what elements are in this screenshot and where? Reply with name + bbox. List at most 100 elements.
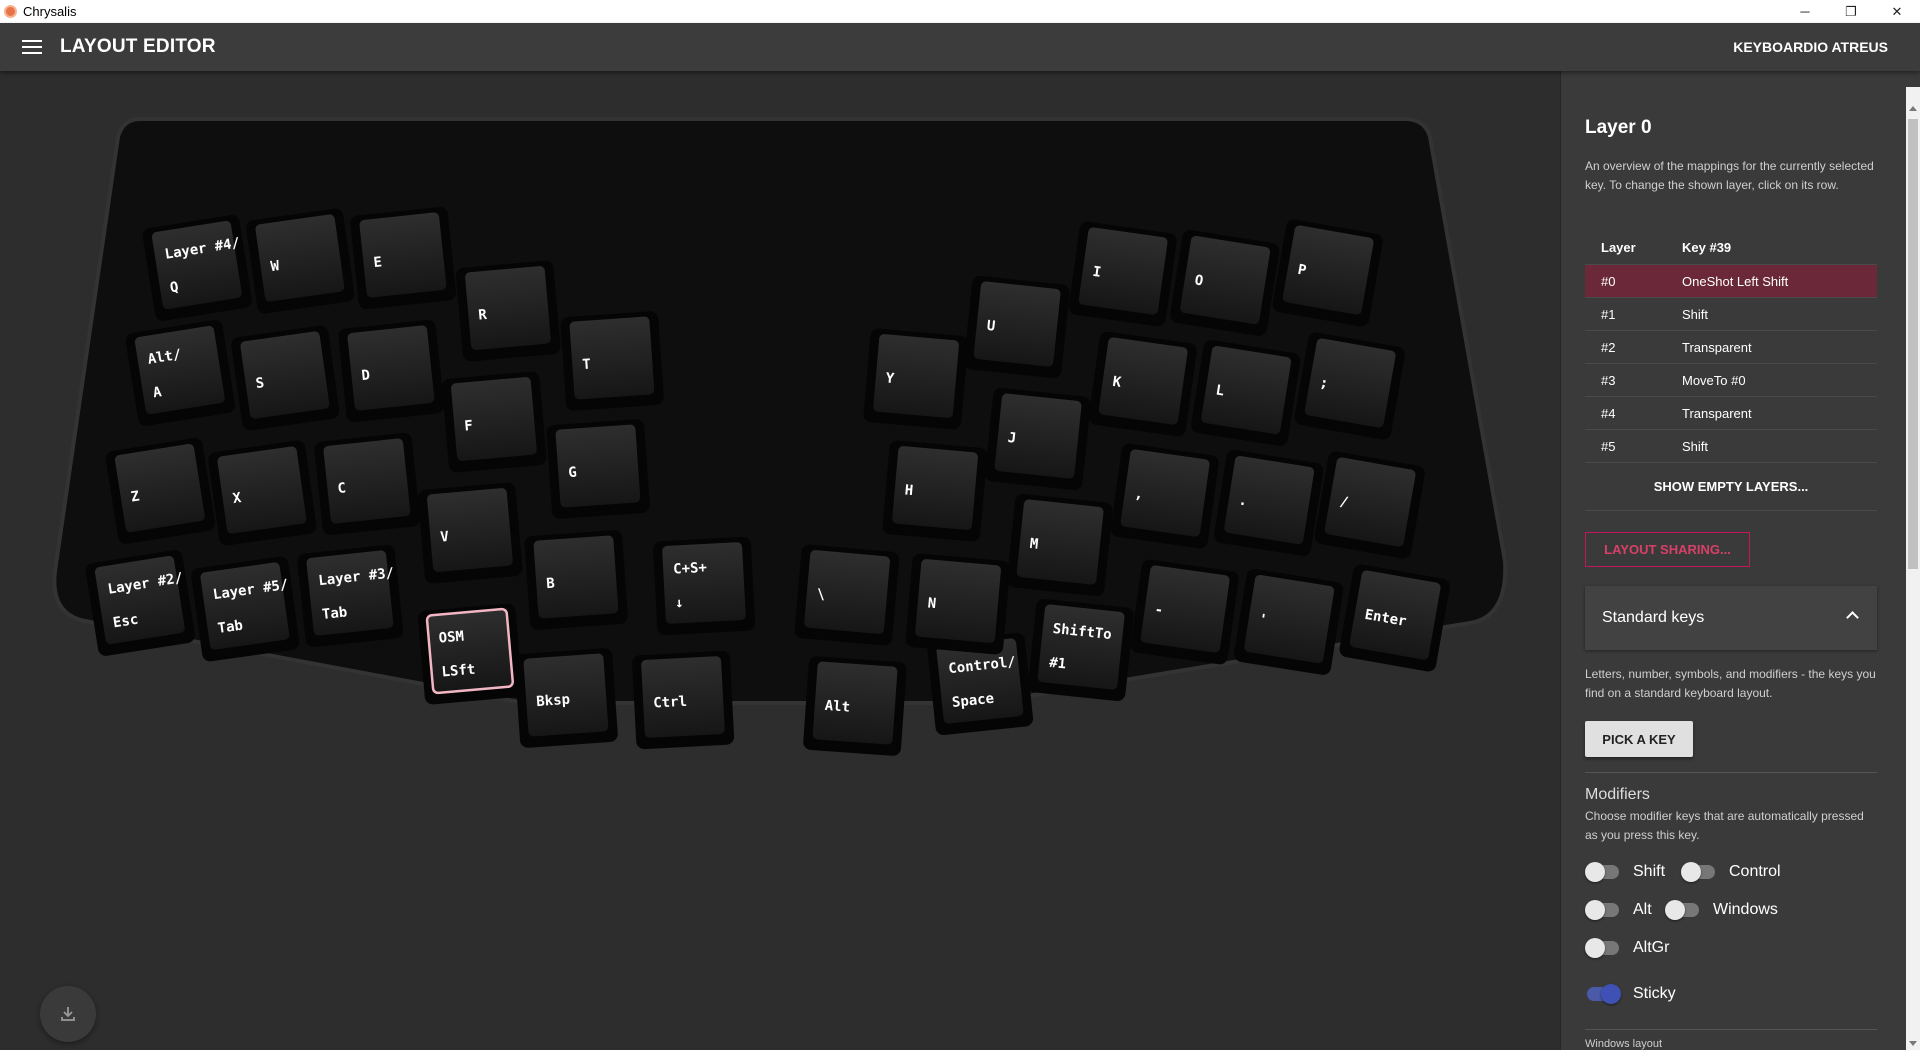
key-e[interactable]: E <box>350 206 457 310</box>
key-label: ↓ <box>675 595 684 611</box>
key-p[interactable]: P <box>1271 218 1384 328</box>
key-comma[interactable]: , <box>1110 443 1220 550</box>
key-cs[interactable]: C+S+ ↓ <box>653 536 756 636</box>
row-key: MoveTo #0 <box>1682 372 1746 388</box>
key-label: T <box>582 357 592 374</box>
key-l[interactable]: L <box>1190 339 1301 447</box>
alt-toggle[interactable]: Alt <box>1585 900 1652 920</box>
key-m[interactable]: M <box>1006 493 1113 597</box>
key-ctrl[interactable]: Ctrl <box>632 650 735 750</box>
key-alt[interactable]: Alt <box>803 656 907 757</box>
key-b[interactable]: B <box>524 530 628 631</box>
minimize-button[interactable]: ─ <box>1782 0 1828 23</box>
alt-switch[interactable] <box>1585 900 1621 920</box>
show-empty-layers-button[interactable]: SHOW EMPTY LAYERS... <box>1585 463 1877 511</box>
key-label: Ctrl <box>653 694 688 712</box>
key-h[interactable]: H <box>882 440 988 542</box>
key-bslash[interactable]: \ <box>794 544 900 646</box>
layout-sharing-button[interactable]: LAYOUT SHARING... <box>1585 532 1750 567</box>
key-x[interactable]: X <box>207 440 317 547</box>
key-o[interactable]: O <box>1169 229 1280 337</box>
table-row[interactable]: #4 Transparent <box>1585 397 1877 430</box>
control-toggle[interactable]: Control <box>1681 862 1781 882</box>
key-d[interactable]: D <box>338 319 445 423</box>
row-key: Transparent <box>1682 339 1752 355</box>
hamburger-menu-icon[interactable] <box>22 40 42 54</box>
standard-keys-panel-header[interactable]: Standard keys <box>1585 586 1877 650</box>
key-y[interactable]: Y <box>863 328 969 430</box>
divider <box>1585 1029 1877 1030</box>
key-k[interactable]: K <box>1088 331 1198 438</box>
scrollbar-thumb[interactable] <box>1908 119 1918 569</box>
windows-switch[interactable] <box>1665 900 1701 920</box>
control-switch[interactable] <box>1681 862 1717 882</box>
key-f[interactable]: F <box>441 371 547 473</box>
key-quote[interactable]: ' <box>1233 568 1344 676</box>
keyboard-area: Layer #4/Q W E R T Alt/A S D F G Z X C V B Layer #2/Esc… <box>0 71 1560 1050</box>
scroll-down-arrow-icon[interactable] <box>1909 1041 1917 1046</box>
key-tab3[interactable]: Layer #3/Tab <box>297 544 404 648</box>
key-u[interactable]: U <box>963 275 1070 379</box>
download-icon <box>61 1007 75 1021</box>
table-row[interactable]: #5 Shift <box>1585 430 1877 463</box>
table-row[interactable]: #0 OneShot Left Shift <box>1585 265 1877 298</box>
key-z[interactable]: Z <box>105 437 216 545</box>
keycap-top <box>151 220 242 310</box>
table-row[interactable]: #3 MoveTo #0 <box>1585 364 1877 397</box>
altgr-switch[interactable] <box>1585 938 1621 958</box>
key-osm[interactable]: OSM LSft <box>417 603 523 705</box>
key-c[interactable]: C <box>314 432 421 536</box>
table-row[interactable]: #2 Transparent <box>1585 331 1877 364</box>
pick-a-key-button[interactable]: PICK A KEY <box>1585 721 1693 757</box>
sidebar-scrollbar[interactable] <box>1906 87 1920 1050</box>
keycap-top <box>1120 449 1210 537</box>
key-tab[interactable]: Layer #5/Tab <box>190 556 300 663</box>
key-n[interactable]: N <box>905 553 1011 655</box>
key-a[interactable]: Alt/A <box>125 319 236 427</box>
key-enter[interactable]: Enter <box>1338 563 1451 673</box>
sticky-toggle[interactable]: Sticky <box>1585 984 1676 1004</box>
row-layer: #5 <box>1601 438 1616 454</box>
key-label: Alt <box>824 698 850 716</box>
shift-switch[interactable] <box>1585 862 1621 882</box>
chrysalis-logo-icon <box>4 5 17 18</box>
sticky-switch[interactable] <box>1585 984 1621 1004</box>
keycap-top <box>114 443 205 533</box>
windows-toggle[interactable]: Windows <box>1665 900 1778 920</box>
key-minus[interactable]: - <box>1130 559 1240 666</box>
key-j[interactable]: J <box>984 387 1091 491</box>
maximize-button[interactable]: ❐ <box>1828 0 1874 23</box>
key-slash[interactable]: / <box>1313 450 1426 560</box>
key-i[interactable]: I <box>1068 221 1178 328</box>
key-q[interactable]: Layer #4/Q <box>142 214 253 322</box>
key-s[interactable]: S <box>230 325 340 432</box>
key-shiftto[interactable]: ShiftTo#1 <box>1027 598 1134 702</box>
close-button[interactable]: ✕ <box>1874 0 1920 23</box>
key-label: Bksp <box>536 692 571 710</box>
key-bksp[interactable]: Bksp <box>514 648 618 749</box>
key-t[interactable]: T <box>560 311 664 412</box>
keycap-top <box>94 555 185 645</box>
key-label: C+S+ <box>673 560 708 578</box>
key-semi[interactable]: ; <box>1293 331 1406 441</box>
device-name[interactable]: KEYBOARDIO ATREUS <box>1733 39 1888 55</box>
key-label: Tab <box>321 604 348 623</box>
page-title: LAYOUT EDITOR <box>60 36 216 57</box>
standard-keys-title: Standard keys <box>1602 609 1705 626</box>
scroll-up-arrow-icon[interactable] <box>1909 106 1917 111</box>
key-label: H <box>904 482 914 499</box>
key-esc[interactable]: Layer #2/Esc <box>85 549 196 657</box>
key-v[interactable]: V <box>417 482 523 584</box>
key-w[interactable]: W <box>245 208 355 315</box>
altgr-toggle[interactable]: AltGr <box>1585 938 1669 958</box>
table-row[interactable]: #1 Shift <box>1585 298 1877 331</box>
chevron-up-icon <box>1846 611 1859 624</box>
layer-description: An overview of the mappings for the curr… <box>1585 159 1874 192</box>
key-label: LSft <box>441 662 476 681</box>
shift-toggle[interactable]: Shift <box>1585 862 1665 882</box>
key-period[interactable]: . <box>1213 449 1324 557</box>
export-download-button[interactable] <box>40 986 96 1042</box>
layer-mapping-table: Layer Key #39 #0 OneShot Left Shift #1 S… <box>1585 231 1877 511</box>
key-r[interactable]: R <box>455 260 561 362</box>
key-g[interactable]: G <box>546 419 650 520</box>
